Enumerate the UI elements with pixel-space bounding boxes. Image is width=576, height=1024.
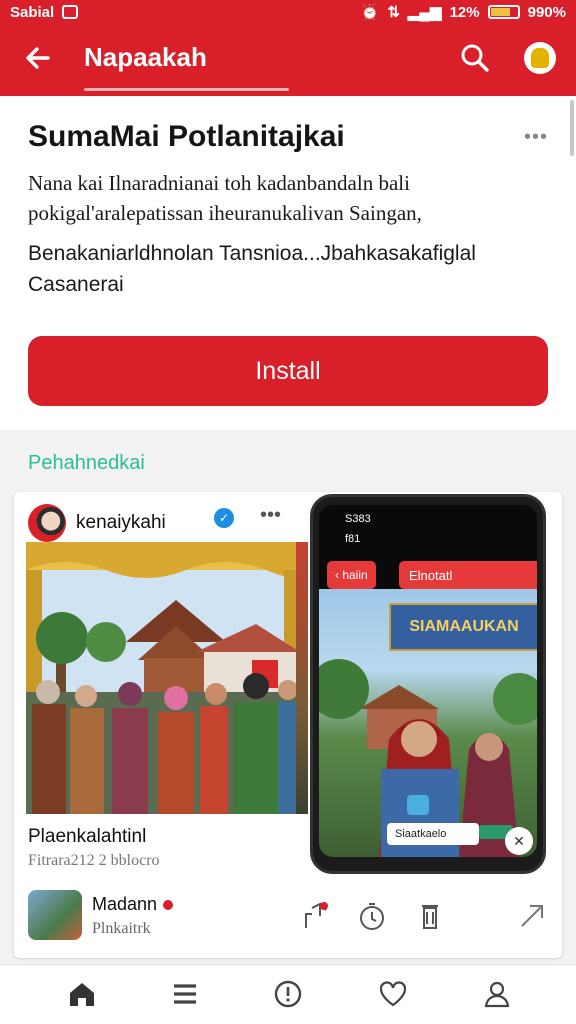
back-arrow-icon[interactable]	[22, 42, 54, 74]
delete-icon[interactable]	[414, 900, 446, 932]
profile-icon[interactable]	[482, 979, 512, 1009]
close-icon: ✕	[505, 827, 533, 855]
share-icon[interactable]	[298, 900, 330, 932]
profile-avatar[interactable]	[524, 42, 556, 74]
phone-banner: SIAMAAUKAN	[389, 603, 537, 651]
notification-icon	[62, 5, 79, 19]
related-title-text: Madann	[92, 894, 158, 914]
scrollbar[interactable]	[570, 100, 574, 156]
app-description: Nana kai Ilnaradnianai toh kadanbandaln …	[28, 171, 422, 225]
carrier-label: Sabial	[10, 3, 55, 21]
install-button[interactable]: Install	[28, 336, 548, 406]
vibrate-icon: ⇅	[387, 4, 400, 21]
section-label[interactable]: Pehahnedkai	[28, 452, 145, 475]
verified-icon: ✓	[214, 508, 234, 528]
battery-text: 990%	[527, 3, 566, 21]
post-caption: Plaenkalahtinl	[28, 826, 147, 847]
related-subtitle: Plnkaitrk	[92, 920, 151, 937]
author-name[interactable]: kenaiykahi	[76, 512, 166, 534]
home-icon[interactable]	[67, 979, 97, 1009]
phone-mockup[interactable]: S383 f81 ‹ haiin Elnotatl SIAMAAUKAN Sia…	[310, 494, 546, 874]
alarm-icon: ⏰	[360, 4, 380, 21]
more-options-icon[interactable]: •••	[524, 126, 548, 149]
phone-back-chip: ‹ haiin	[327, 561, 376, 589]
battery-icon	[487, 5, 520, 19]
signal-icon: ▂▄▆	[407, 4, 442, 21]
page-title: Napaakah	[84, 42, 207, 72]
post-card[interactable]: kenaiykahi ✓ ••• S383 f81 ‹ haiin Elnota…	[14, 492, 562, 958]
bottom-navigation	[0, 964, 576, 1024]
status-bar: Sabial ⏰ ⇅ ▂▄▆ 12% 990%	[0, 0, 576, 24]
signal-text: 12%	[449, 3, 480, 21]
post-more-icon[interactable]: •••	[260, 504, 281, 527]
phone-input-chip: Siaatkaelo	[387, 823, 479, 845]
live-indicator-icon	[163, 899, 174, 910]
related-thumbnail[interactable]	[28, 890, 82, 940]
title-underline	[84, 88, 289, 91]
post-photo[interactable]	[26, 542, 300, 814]
post-meta: Fitrara212 2 bblocro	[28, 852, 160, 869]
forward-arrow-icon[interactable]	[516, 900, 548, 932]
phone-title-chip: Elnotatl	[399, 561, 537, 589]
app-name: SumaMai Potlanitajkai	[28, 120, 345, 153]
menu-icon[interactable]	[170, 979, 200, 1009]
search-icon[interactable]	[458, 41, 492, 75]
timer-icon[interactable]	[356, 900, 388, 932]
phone-screen: S383 f81 ‹ haiin Elnotatl SIAMAAUKAN Sia…	[319, 505, 537, 857]
app-details-card: SumaMai Potlanitajkai ••• Nana kai Ilnar…	[0, 96, 576, 430]
phone-subtext: f81	[345, 533, 361, 545]
phone-time: S383	[345, 513, 371, 525]
app-details-text: Benakaniarldhnolan Tansnioa...Jbahkasaka…	[28, 242, 476, 296]
post-photo-secondary	[296, 542, 308, 814]
author-avatar[interactable]	[28, 504, 66, 542]
info-icon[interactable]	[273, 979, 303, 1009]
heart-icon[interactable]	[378, 979, 408, 1009]
app-bar: Napaakah	[0, 24, 576, 96]
post-author[interactable]: kenaiykahi	[28, 504, 166, 542]
related-title[interactable]: Madann	[92, 894, 174, 915]
